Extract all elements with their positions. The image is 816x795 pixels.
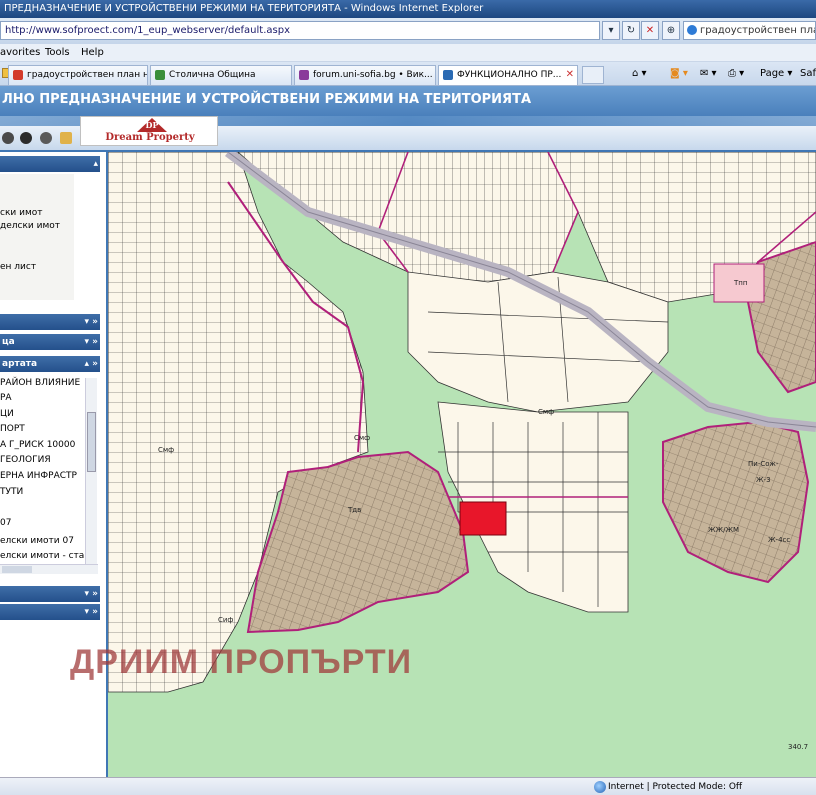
- map-label: Смф: [538, 408, 554, 416]
- logo-mark: DP: [145, 120, 159, 130]
- tab-bar: градоустройствен план н... Столична Общи…: [0, 62, 816, 86]
- panel-label: ца: [2, 337, 15, 347]
- search-value: градоустройствен план на...: [700, 25, 815, 36]
- tab-municipality[interactable]: Столична Община: [150, 65, 292, 85]
- tab-favicon-icon: [155, 70, 165, 80]
- layer-item[interactable]: ТУТИ: [0, 486, 23, 498]
- selected-parcel[interactable]: [459, 501, 507, 536]
- map-svg[interactable]: Тпп Смф Смф Смф Пи-Сож- Ж-3 ЖЖ/ЖМ Тдв Ж-…: [108, 152, 816, 777]
- menu-favorites[interactable]: avorites: [0, 46, 40, 60]
- security-zone[interactable]: Internet | Protected Mode: Off: [592, 780, 742, 794]
- tab-forum[interactable]: forum.uni-sofia.bg • Вик...: [294, 65, 436, 85]
- layer-item[interactable]: РА: [0, 392, 12, 404]
- tab-favicon-icon: [443, 70, 453, 80]
- expand-icon[interactable]: ▾ »: [85, 314, 98, 330]
- tab-label: градоустройствен план н...: [27, 70, 148, 80]
- address-bar: http://www.sofproect.com/1_eup_webserver…: [0, 18, 816, 44]
- expand-icon[interactable]: ▾ »: [85, 586, 98, 602]
- panel-header-1[interactable]: ▾ »: [0, 314, 100, 330]
- page-menu[interactable]: Page ▾: [760, 66, 792, 82]
- close-tab-icon[interactable]: ✕: [566, 66, 574, 84]
- map-label: Ж-3: [756, 476, 771, 484]
- stop-icon[interactable]: ✕: [641, 21, 659, 40]
- menu-tools[interactable]: Tools: [45, 46, 70, 60]
- map-label: Пи-Сож-: [748, 460, 779, 468]
- map-label: Тдв: [347, 506, 361, 514]
- layer-item[interactable]: ГЕОЛОГИЯ: [0, 454, 51, 466]
- feeds-icon[interactable]: ◙ ▾: [670, 66, 688, 82]
- expand-icon[interactable]: ▾ »: [85, 334, 98, 350]
- map-label: ЖЖ/ЖМ: [708, 526, 739, 534]
- search-option[interactable]: ски имот: [0, 207, 42, 219]
- menu-bar: avorites Tools Help: [0, 44, 816, 62]
- info-icon[interactable]: [20, 132, 32, 144]
- search-input[interactable]: градоустройствен план на...: [683, 21, 816, 40]
- new-tab-button[interactable]: [582, 66, 604, 84]
- tab-label: Столична Община: [169, 70, 256, 80]
- map-label: Ж-4сс: [768, 536, 790, 544]
- print-tool-icon[interactable]: [40, 132, 52, 144]
- sidebar: ▴ ски имот делски имот ен лист ▾ » ца ▾ …: [0, 152, 108, 777]
- layers-scrollbar[interactable]: [85, 378, 97, 570]
- layer-item[interactable]: 07: [0, 517, 11, 529]
- refresh-icon[interactable]: ↻: [622, 21, 640, 40]
- menu-help[interactable]: Help: [81, 46, 104, 60]
- search-option[interactable]: делски имот: [0, 220, 60, 232]
- folder-icon[interactable]: [60, 132, 72, 144]
- logo-name: Dream Property: [105, 132, 195, 143]
- safety-menu[interactable]: Safe: [800, 66, 816, 82]
- map-label: Сиф: [218, 616, 233, 624]
- status-bar: Internet | Protected Mode: Off: [0, 777, 816, 795]
- layer-item[interactable]: А Г_РИСК 10000: [0, 439, 75, 451]
- panel-label: артата: [2, 359, 38, 369]
- tab-functional[interactable]: ФУНКЦИОНАЛНО ПР... ✕: [438, 65, 578, 85]
- expand-icon[interactable]: ▾ »: [85, 604, 98, 620]
- panel-search-header[interactable]: ▴: [0, 156, 100, 172]
- scroll-thumb[interactable]: [2, 566, 32, 573]
- window-title: ПРЕДНАЗНАЧЕНИЕ И УСТРОЙСТВЕНИ РЕЖИМИ НА …: [0, 0, 816, 18]
- layer-item[interactable]: ЦИ: [0, 408, 14, 420]
- search-tool-icon[interactable]: [2, 132, 14, 144]
- print-icon[interactable]: ⎙ ▾: [728, 66, 744, 82]
- map-canvas[interactable]: Тпп Смф Смф Смф Пи-Сож- Ж-3 ЖЖ/ЖМ Тдв Ж-…: [108, 152, 816, 777]
- watermark: ДРИИМ ПРОПЪРТИ: [70, 643, 413, 681]
- panel-layers-header[interactable]: артата ▴ »: [0, 356, 100, 372]
- scroll-thumb[interactable]: [87, 412, 96, 472]
- collapse-icon[interactable]: ▴: [93, 156, 98, 172]
- search-icon: [687, 25, 697, 35]
- layer-item[interactable]: елски имоти - стар: [0, 550, 90, 562]
- layer-item[interactable]: елски имоти 07: [0, 535, 74, 547]
- collapse-icon[interactable]: ▴ »: [85, 356, 98, 372]
- map-label: Тпп: [733, 279, 747, 287]
- tab-label: forum.uni-sofia.bg • Вик...: [313, 70, 433, 80]
- map-label: 340.7: [788, 743, 808, 751]
- layer-item[interactable]: РАЙОН ВЛИЯНИЕ: [0, 377, 80, 389]
- tab-favicon-icon: [299, 70, 309, 80]
- dream-property-logo: DP Dream Property: [80, 116, 218, 146]
- layer-item[interactable]: ЕРНА ИНФРАСТР: [0, 470, 77, 482]
- tab-label: ФУНКЦИОНАЛНО ПР...: [457, 70, 562, 80]
- layers-hscrollbar[interactable]: [0, 564, 98, 574]
- mail-icon[interactable]: ✉ ▾: [700, 66, 717, 82]
- panel-search-body: ски имот делски имот ен лист: [0, 174, 74, 300]
- search-provider-icon[interactable]: ⊕: [662, 21, 680, 40]
- address-dropdown-icon[interactable]: ▾: [602, 21, 620, 40]
- tab-favicon-icon: [13, 70, 23, 80]
- panel-header-2[interactable]: ца ▾ »: [0, 334, 100, 350]
- panel-header-5[interactable]: ▾ »: [0, 604, 100, 620]
- layer-item[interactable]: ПОРТ: [0, 423, 25, 435]
- app-title: ЛНО ПРЕДНАЗНАЧЕНИЕ И УСТРОЙСТВЕНИ РЕЖИМИ…: [2, 92, 532, 107]
- tab-zoning-plan[interactable]: градоустройствен план н...: [8, 65, 148, 85]
- map-label: Смф: [158, 446, 174, 454]
- search-option[interactable]: ен лист: [0, 261, 36, 273]
- address-input[interactable]: http://www.sofproect.com/1_eup_webserver…: [0, 21, 600, 40]
- home-icon[interactable]: ⌂ ▾: [632, 66, 647, 82]
- map-label: Смф: [354, 434, 370, 442]
- panel-header-4[interactable]: ▾ »: [0, 586, 100, 602]
